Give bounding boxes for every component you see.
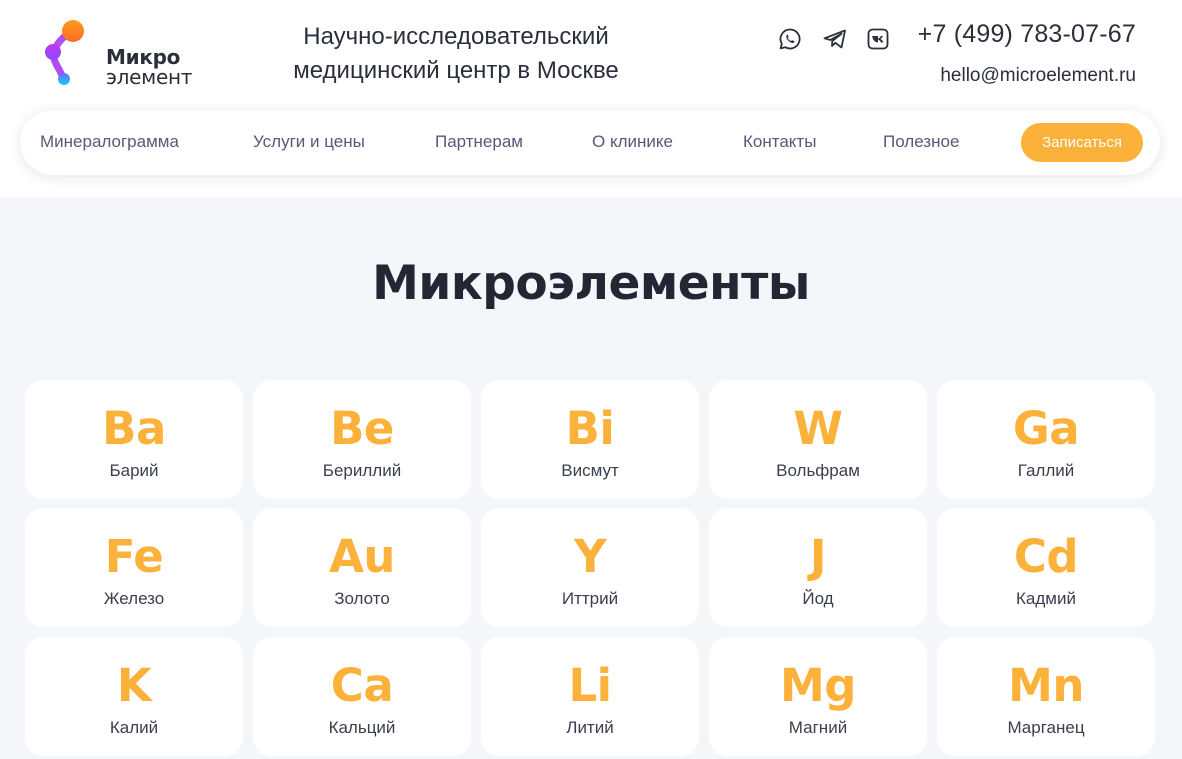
element-name: Магний [788,718,848,737]
element-card[interactable]: Be Бериллий [253,380,471,499]
element-symbol: Ga [1012,402,1080,455]
tagline: Научно-исследовательский медицинский цен… [256,20,656,88]
element-card[interactable]: Ga Галлий [937,380,1155,499]
element-card[interactable]: Au Золото [253,508,471,627]
element-card[interactable]: Y Иттрий [481,508,699,627]
element-card[interactable]: K Калий [25,637,243,756]
element-name: Кадмий [1016,589,1076,608]
element-name: Бериллий [322,461,402,480]
element-symbol: Ca [330,659,394,712]
element-symbol: Mn [1008,659,1084,712]
element-symbol: Ba [102,402,166,455]
telegram-icon[interactable] [821,25,849,53]
element-name: Золото [334,589,390,608]
element-card[interactable]: Fe Железо [25,508,243,627]
main-nav: Минералограмма Услуги и цены Партнерам О… [20,110,1160,175]
element-symbol: Fe [104,530,164,583]
tagline-line1: Научно-исследовательский [303,23,609,50]
element-symbol: Bi [565,402,615,455]
element-card[interactable]: Ca Кальций [253,637,471,756]
element-symbol: Mg [780,659,857,712]
element-symbol: W [793,402,843,455]
logo-molecule-icon [45,20,84,85]
nav-item-useful[interactable]: Полезное [883,132,959,152]
element-name: Литий [566,718,614,737]
element-name: Марганец [1007,718,1085,737]
vk-icon[interactable] [864,25,892,53]
whatsapp-icon[interactable] [776,25,804,53]
element-symbol: Au [329,530,395,583]
element-symbol: J [809,530,827,583]
nav-item-services[interactable]: Услуги и цены [253,132,365,152]
element-symbol: Y [573,530,607,583]
element-card[interactable]: Li Литий [481,637,699,756]
element-name: Железо [103,589,165,608]
element-symbol: Cd [1013,530,1079,583]
tagline-line2: медицинский центр в Москве [293,57,619,84]
nav-item-contacts[interactable]: Контакты [743,132,816,152]
phone-link[interactable]: +7 (499) 783-07-67 [918,20,1136,49]
element-name: Йод [802,589,834,608]
element-name: Иттрий [561,589,619,608]
element-card[interactable]: J Йод [709,508,927,627]
element-card[interactable]: W Вольфрам [709,380,927,499]
nav-item-about[interactable]: О клинике [592,132,673,152]
element-card[interactable]: Mg Магний [709,637,927,756]
element-name: Висмут [561,461,619,480]
element-card[interactable]: Mn Марганец [937,637,1155,756]
logo[interactable]: Микро элемент [40,18,193,90]
logo-text-line2: элемент [106,65,193,89]
element-card[interactable]: Bi Висмут [481,380,699,499]
nav-item-mineralogram[interactable]: Минералограмма [40,132,179,152]
element-name: Вольфрам [776,461,860,480]
book-appointment-button[interactable]: Записаться [1021,123,1143,162]
nav-item-partners[interactable]: Партнерам [435,132,523,152]
element-symbol: Be [330,402,394,455]
element-card[interactable]: Ba Барий [25,380,243,499]
element-name: Калий [109,718,159,737]
element-card[interactable]: Cd Кадмий [937,508,1155,627]
email-link[interactable]: hello@microelement.ru [940,65,1136,87]
element-symbol: K [116,659,152,712]
element-name: Барий [109,461,159,480]
site-header: Микро элемент Научно-исследовательский м… [0,0,1182,197]
element-symbol: Li [568,659,612,712]
element-name: Кальций [328,718,396,737]
page-title: Микроэлементы [372,256,810,311]
element-name: Галлий [1017,461,1075,480]
